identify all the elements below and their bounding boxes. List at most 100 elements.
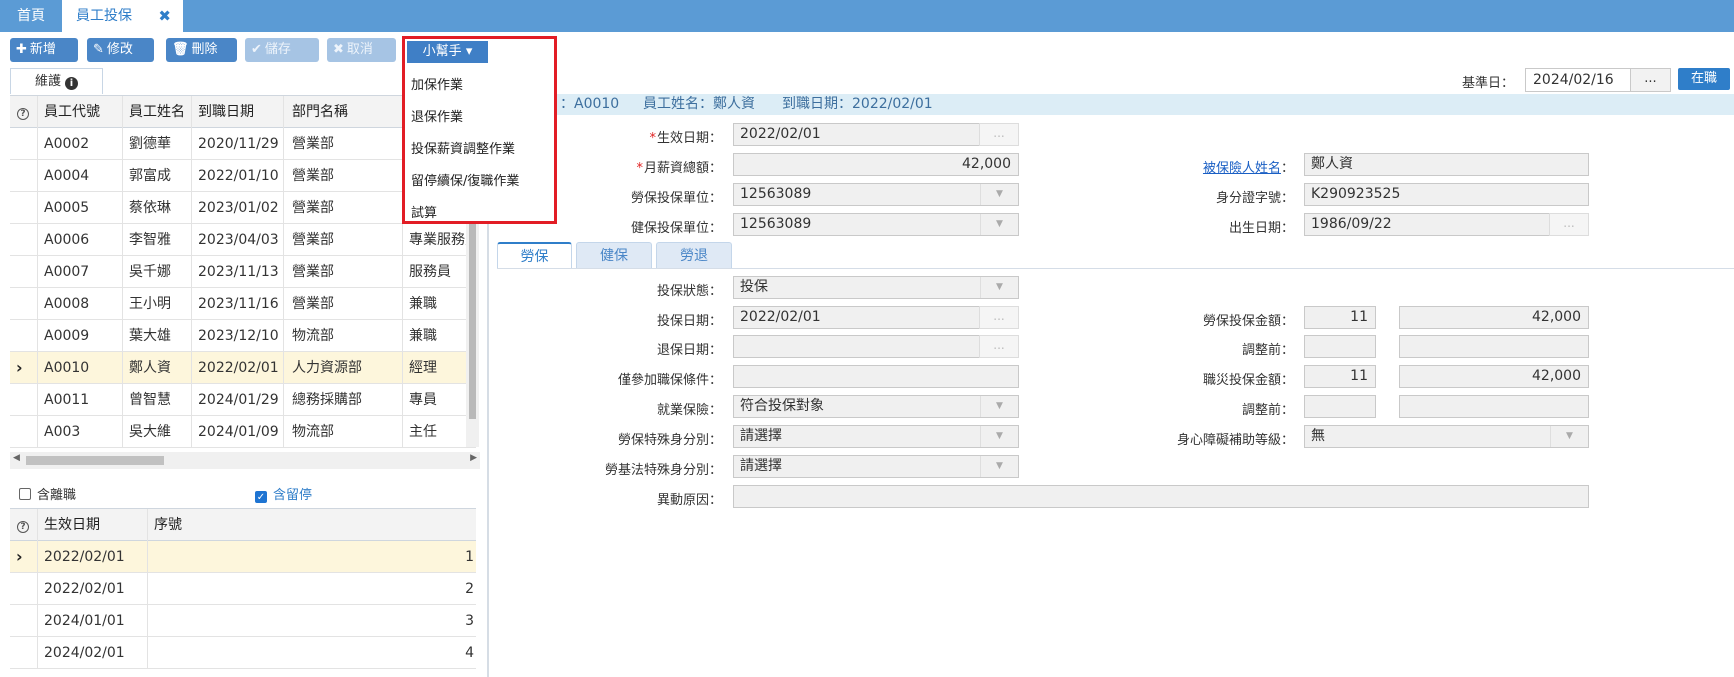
table-row[interactable]: 2022/02/01 2	[10, 573, 476, 605]
row-indicator	[10, 224, 38, 256]
table-row[interactable]: A0008 王小明 2023/11/16 營業部 兼職	[10, 288, 476, 320]
menu-item-salary-adjust[interactable]: 投保薪資調整作業	[411, 138, 515, 157]
chevron-down-icon[interactable]: ▼	[980, 277, 1018, 298]
occupational-amount-field[interactable]: 42,000	[1399, 365, 1589, 388]
change-reason-field[interactable]	[733, 485, 1589, 508]
grid-help-icon[interactable]: ?	[10, 509, 38, 541]
insure-date-picker-button[interactable]: ...	[979, 306, 1019, 329]
labor-amount-field[interactable]: 42,000	[1399, 306, 1589, 329]
table-cell: 2022/02/01	[192, 352, 284, 384]
include-suspended-label: 含留停	[273, 488, 313, 503]
occupational-only-field[interactable]	[733, 365, 1019, 388]
employment-insurance-value: 符合投保對象	[740, 398, 824, 414]
table-row[interactable]: › 2022/02/01 1	[10, 541, 476, 573]
tab-home[interactable]: 首頁	[0, 0, 62, 32]
adjust-before-grade-2[interactable]	[1304, 395, 1376, 418]
tab-health-insurance[interactable]: 健保	[576, 242, 652, 268]
delete-button[interactable]: 🗑 刪除	[166, 38, 237, 62]
row-indicator	[10, 288, 38, 320]
col-hire-date[interactable]: 到職日期	[192, 96, 284, 128]
scrollbar-thumb[interactable]	[26, 456, 164, 465]
chevron-down-icon[interactable]: ▼	[980, 184, 1018, 205]
cancel-button[interactable]: ✖ 取消	[327, 38, 396, 62]
effective-date-picker-button[interactable]: ...	[979, 123, 1019, 146]
chevron-down-icon[interactable]: ▼	[980, 396, 1018, 417]
scroll-left-icon[interactable]: ◀	[13, 453, 20, 463]
add-button[interactable]: ✚ 新增	[10, 38, 78, 62]
insured-name-link[interactable]: 被保險人姓名	[1203, 161, 1281, 176]
employee-info-bar: ：A0010 員工姓名：鄭人資 到職日期：2022/02/01	[490, 94, 1734, 115]
table-row[interactable]: A0009 葉大雄 2023/12/10 物流部 兼職	[10, 320, 476, 352]
col-emp-name[interactable]: 員工姓名	[123, 96, 192, 128]
adjust-before-amount-2[interactable]	[1399, 395, 1589, 418]
table-row[interactable]: 2024/01/01 3	[10, 605, 476, 637]
col-seq[interactable]: 序號	[148, 509, 476, 541]
edit-button[interactable]: ✎ 修改	[87, 38, 154, 62]
adjust-before-amount[interactable]	[1399, 335, 1589, 358]
table-row[interactable]: 2024/02/01 4	[10, 637, 476, 669]
tab-employee-insurance[interactable]: 員工投保 ✖	[62, 0, 183, 32]
helper-button[interactable]: 小幫手 ▾	[407, 41, 488, 63]
health-unit-select[interactable]: 12563089 ▼	[733, 213, 1019, 236]
table-cell: 營業部	[284, 128, 403, 160]
menu-item-suspend-resume[interactable]: 留停續保/復職作業	[411, 170, 519, 189]
disability-select[interactable]: 無 ▼	[1304, 425, 1589, 448]
chevron-down-icon[interactable]: ▼	[1550, 426, 1588, 447]
include-suspended-checkbox[interactable]: ✓ 含留停	[255, 484, 312, 503]
monthly-salary-field[interactable]: 42,000	[733, 153, 1019, 176]
menu-item-add-insurance[interactable]: 加保作業	[411, 74, 463, 93]
include-resigned-checkbox[interactable]: 含離職	[19, 484, 76, 503]
insured-name-field[interactable]: 鄭人資	[1304, 153, 1589, 176]
row-indicator	[10, 384, 38, 416]
birth-date-field[interactable]: 1986/09/22	[1304, 213, 1550, 236]
chevron-down-icon[interactable]: ▼	[980, 456, 1018, 477]
insure-status-value: 投保	[740, 279, 768, 295]
tab-labor-insurance[interactable]: 勞保	[497, 242, 572, 268]
table-cell: 2024/01/01	[38, 605, 148, 637]
employment-insurance-select[interactable]: 符合投保對象 ▼	[733, 395, 1019, 418]
tab-maintain[interactable]: 維護 i	[10, 68, 103, 94]
col-effective-date[interactable]: 生效日期	[38, 509, 148, 541]
col-emp-code[interactable]: 員工代號	[38, 96, 123, 128]
chevron-down-icon[interactable]: ▼	[980, 426, 1018, 447]
insure-date-field[interactable]: 2022/02/01	[733, 306, 980, 329]
effective-date-field[interactable]: 2022/02/01	[733, 123, 980, 146]
table-cell: 2022/01/10	[192, 160, 284, 192]
table-row[interactable]: › A0010 鄭人資 2022/02/01 人力資源部 經理	[10, 352, 476, 384]
employee-grid-hscroll[interactable]: ◀ ▶	[10, 452, 480, 469]
tab-labor-pension[interactable]: 勞退	[656, 242, 732, 268]
base-date-input[interactable]: 2024/02/16	[1525, 68, 1631, 92]
grid-help-icon[interactable]: ?	[10, 96, 38, 128]
chevron-down-icon[interactable]: ▼	[980, 214, 1018, 235]
employment-status-button[interactable]: 在職	[1678, 68, 1730, 90]
occupational-only-label: 僅參加職保條件：	[617, 373, 722, 388]
table-cell: 2022/02/01	[38, 541, 148, 573]
save-button[interactable]: ✔ 儲存	[245, 38, 319, 62]
x-icon: ✖	[333, 42, 344, 57]
lsa-special-select[interactable]: 請選擇 ▼	[733, 455, 1019, 478]
table-row[interactable]: A0011 曾智慧 2024/01/29 總務採購部 專員	[10, 384, 476, 416]
withdraw-date-field[interactable]	[733, 335, 980, 358]
withdraw-date-label: 退保日期：	[656, 343, 722, 358]
withdraw-date-picker-button[interactable]: ...	[979, 335, 1019, 358]
menu-item-withdraw-insurance[interactable]: 退保作業	[411, 106, 463, 125]
menu-item-trial-calc[interactable]: 試算	[411, 202, 437, 221]
adjust-before-grade[interactable]	[1304, 335, 1376, 358]
edit-button-label: 修改	[106, 42, 133, 57]
labor-amount-grade[interactable]: 11	[1304, 306, 1376, 329]
insure-status-select[interactable]: 投保 ▼	[733, 276, 1019, 299]
labor-special-select[interactable]: 請選擇 ▼	[733, 425, 1019, 448]
close-icon[interactable]: ✖	[158, 0, 171, 32]
table-row[interactable]: A0007 吳千娜 2023/11/13 營業部 服務員	[10, 256, 476, 288]
table-row[interactable]: A003 吳大維 2024/01/09 物流部 主任	[10, 416, 476, 448]
scroll-right-icon[interactable]: ▶	[470, 453, 477, 463]
birth-date-picker-button[interactable]: ...	[1549, 213, 1589, 236]
id-number-field[interactable]: K290923525	[1304, 183, 1589, 206]
labor-unit-select[interactable]: 12563089 ▼	[733, 183, 1019, 206]
base-date-picker-button[interactable]: ...	[1630, 68, 1671, 92]
tab-divider	[497, 268, 1734, 269]
table-row[interactable]: A0006 李智雅 2023/04/03 營業部 專業服務員	[10, 224, 476, 256]
col-dept[interactable]: 部門名稱	[284, 96, 403, 128]
labor-unit-label: 勞保投保單位：	[630, 191, 722, 206]
occupational-amount-grade[interactable]: 11	[1304, 365, 1376, 388]
